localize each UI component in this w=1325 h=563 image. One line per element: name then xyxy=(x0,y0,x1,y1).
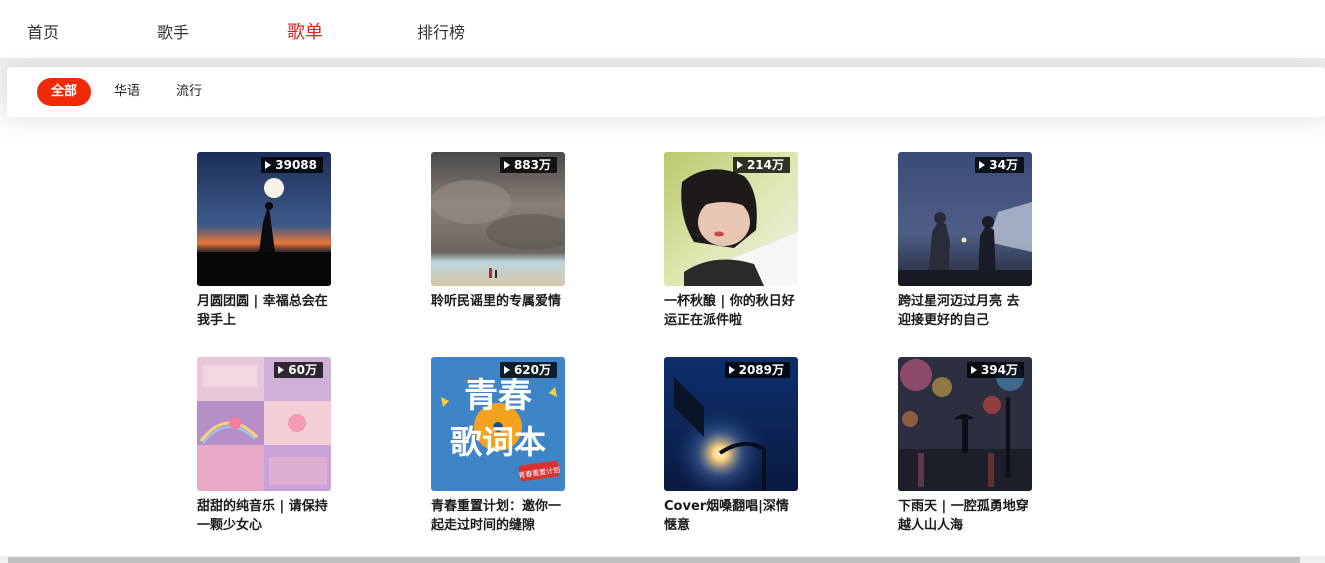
playlist-card[interactable]: 214万 一杯秋酿 | 你的秋日好运正在派件啦 xyxy=(664,152,798,330)
horizontal-scrollbar[interactable] xyxy=(0,556,1325,563)
top-navigation: 首页 歌手 歌单 排行榜 xyxy=(0,0,1325,58)
play-count-badge: 214万 xyxy=(732,157,790,173)
playlist-cover[interactable]: 394万 xyxy=(898,357,1032,491)
filter-chinese[interactable]: 华语 xyxy=(114,78,140,106)
playlist-cover[interactable]: 214万 xyxy=(664,152,798,286)
scrollbar-thumb[interactable] xyxy=(8,557,1300,563)
play-icon xyxy=(979,161,986,169)
scroll-left-arrow-icon[interactable] xyxy=(0,556,8,563)
playlist-card[interactable]: 34万 跨过星河迈过月亮 去迎接更好的自己 xyxy=(898,152,1032,330)
cover-text-line2: 歌词本 xyxy=(450,423,546,461)
filter-pop[interactable]: 流行 xyxy=(176,78,202,106)
playlist-cover[interactable]: 60万 xyxy=(197,357,331,491)
playlist-card[interactable]: 394万 下雨天 | 一腔孤勇地穿越人山人海 xyxy=(898,357,1032,535)
playlist-title[interactable]: 跨过星河迈过月亮 去迎接更好的自己 xyxy=(898,292,1032,330)
nav-charts[interactable]: 排行榜 xyxy=(417,19,465,43)
play-count-badge: 394万 xyxy=(966,362,1024,378)
play-icon xyxy=(736,161,743,169)
play-count-badge: 60万 xyxy=(274,362,323,378)
play-count-badge: 883万 xyxy=(499,157,557,173)
playlist-cover[interactable]: 34万 xyxy=(898,152,1032,286)
play-count-badge: 39088 xyxy=(261,157,323,173)
play-icon xyxy=(503,366,510,374)
playlist-title[interactable]: 聆听民谣里的专属爱情 xyxy=(431,292,565,311)
playlist-title[interactable]: 一杯秋酿 | 你的秋日好运正在派件啦 xyxy=(664,292,798,330)
play-count-badge: 620万 xyxy=(499,362,557,378)
play-count-badge: 2089万 xyxy=(724,362,790,378)
category-filter-bar: 全部 华语 流行 xyxy=(7,67,1325,117)
playlist-cover[interactable]: 青春 歌词本 青春重置计划 620万 xyxy=(431,357,565,491)
nav-home[interactable]: 首页 xyxy=(27,19,59,43)
play-icon xyxy=(503,161,510,169)
playlist-title[interactable]: 甜甜的纯音乐 | 请保持一颗少女心 xyxy=(197,497,331,535)
playlist-card[interactable]: 2089万 Cover烟嗓翻唱|深情惬意 xyxy=(664,357,798,535)
playlist-card[interactable]: 60万 甜甜的纯音乐 | 请保持一颗少女心 xyxy=(197,357,331,535)
play-icon xyxy=(278,366,285,374)
playlist-cover[interactable]: 39088 xyxy=(197,152,331,286)
play-icon xyxy=(728,366,735,374)
playlist-title[interactable]: 月圆团圆 | 幸福总会在我手上 xyxy=(197,292,331,330)
play-icon xyxy=(970,366,977,374)
playlist-cover[interactable]: 883万 xyxy=(431,152,565,286)
filter-all[interactable]: 全部 xyxy=(37,78,92,106)
playlist-title[interactable]: 青春重置计划：邀你一起走过时间的缝隙 xyxy=(431,497,565,535)
playlist-card[interactable]: 883万 聆听民谣里的专属爱情 xyxy=(431,152,565,311)
play-icon xyxy=(265,161,272,169)
playlist-title[interactable]: 下雨天 | 一腔孤勇地穿越人山人海 xyxy=(898,497,1032,535)
playlist-title[interactable]: Cover烟嗓翻唱|深情惬意 xyxy=(664,497,798,535)
play-count-badge: 34万 xyxy=(975,157,1024,173)
nav-playlists[interactable]: 歌单 xyxy=(287,18,323,44)
nav-singers[interactable]: 歌手 xyxy=(157,19,189,43)
playlist-cover[interactable]: 2089万 xyxy=(664,357,798,491)
cover-text-line1: 青春 xyxy=(464,376,532,416)
playlist-card[interactable]: 39088 月圆团圆 | 幸福总会在我手上 xyxy=(197,152,331,330)
playlist-card[interactable]: 青春 歌词本 青春重置计划 620万 青春重置计划：邀你一起走过时间的缝隙 xyxy=(431,357,565,535)
